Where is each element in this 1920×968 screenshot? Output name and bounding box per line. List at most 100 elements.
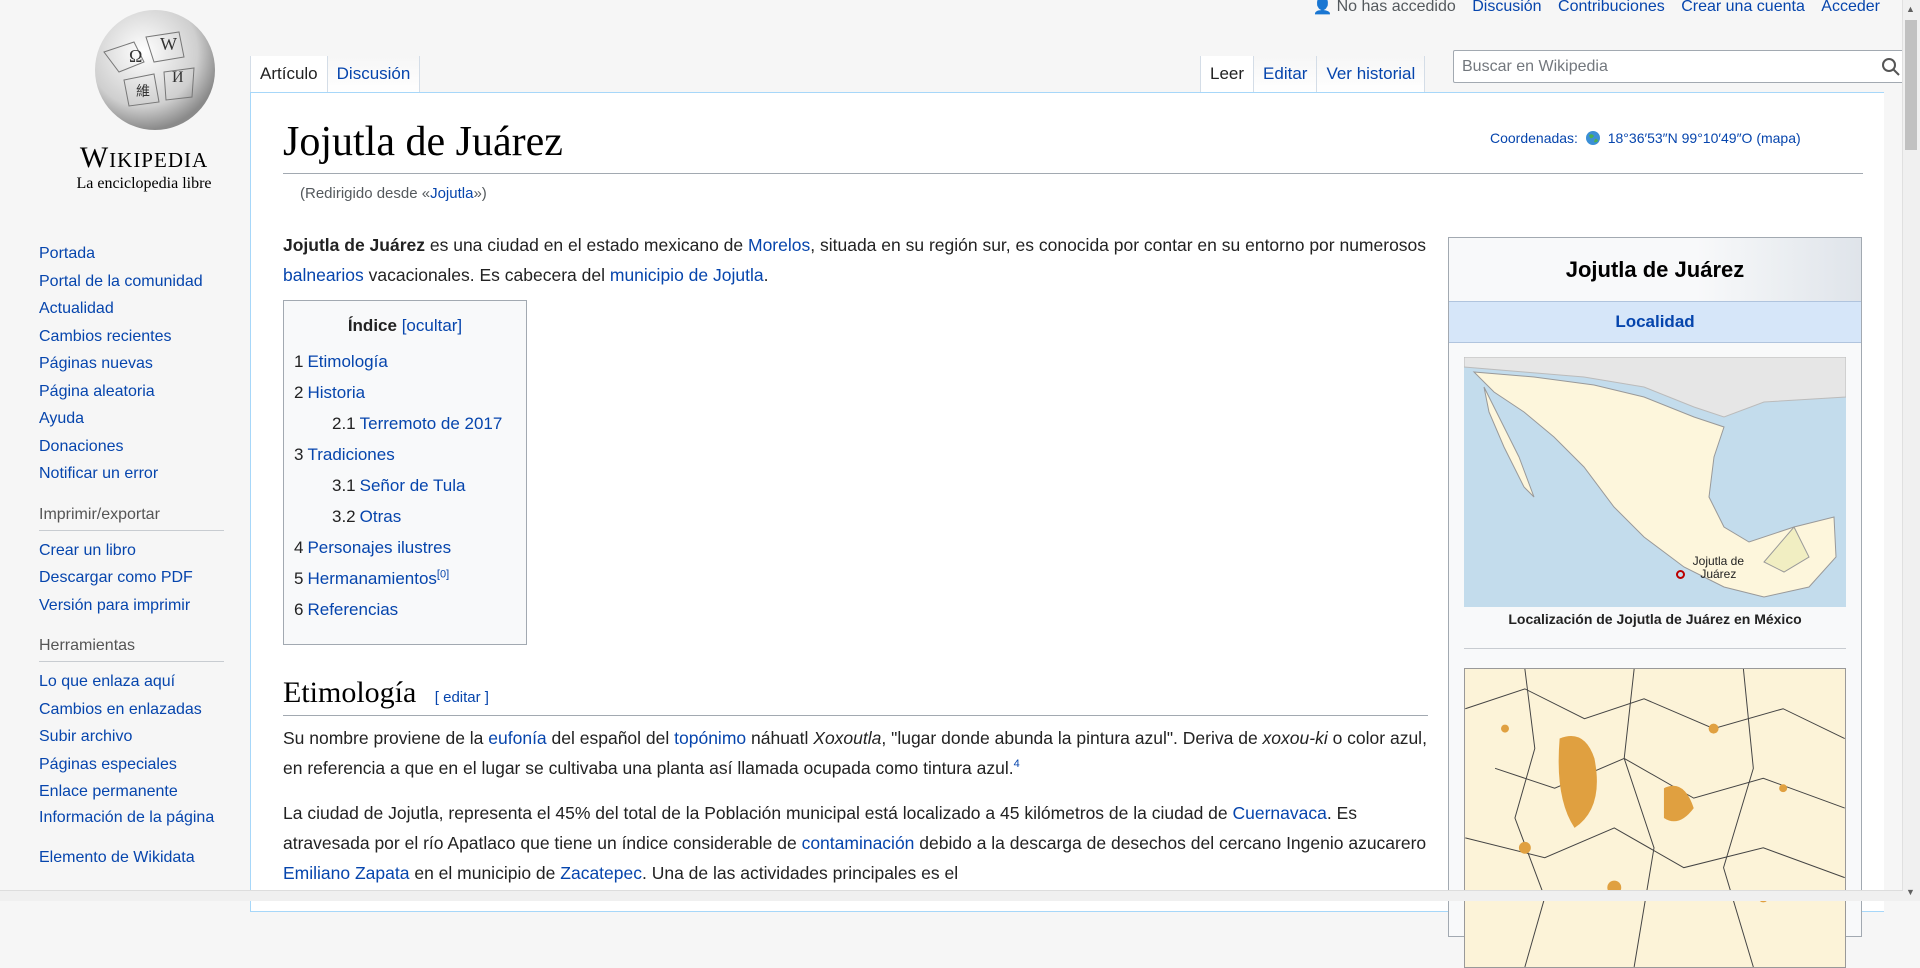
view-tabs: Leer Editar Ver historial: [1200, 56, 1426, 92]
link-zacatepec[interactable]: Zacatepec: [560, 863, 642, 883]
coords-map-link[interactable]: (mapa): [1756, 130, 1800, 146]
sidebar-item-subir[interactable]: Subir archivo: [39, 723, 229, 751]
scroll-up-arrow-icon[interactable]: ▲: [1906, 4, 1915, 14]
reference-link[interactable]: 4: [1014, 758, 1020, 770]
search-box: [1453, 50, 1910, 83]
link-balnearios[interactable]: balnearios: [283, 265, 364, 285]
horizontal-scrollbar[interactable]: [0, 890, 1903, 901]
vertical-scrollbar[interactable]: ▲ ▼: [1902, 0, 1920, 901]
toc-item-link[interactable]: Otras: [360, 507, 402, 526]
link-eufonia[interactable]: eufonía: [488, 728, 546, 748]
toc-item-number: 4: [294, 538, 304, 557]
sidebar-item-crear-libro[interactable]: Crear un libro: [39, 537, 229, 565]
link-morelos[interactable]: Morelos: [748, 235, 810, 255]
personal-link-create-account[interactable]: Crear una cuenta: [1681, 0, 1805, 15]
personal-link-discussion[interactable]: Discusión: [1472, 0, 1541, 15]
toc-item[interactable]: 3.1 Señor de Tula: [294, 470, 526, 501]
toc-item[interactable]: 3.2 Otras: [294, 501, 526, 532]
toc-item-link[interactable]: Referencias: [307, 600, 398, 619]
toc-item-number: 6: [294, 600, 304, 619]
sidebar-item-aleatoria[interactable]: Página aleatoria: [39, 378, 229, 406]
namespace-tabs: Artículo Discusión: [250, 56, 421, 92]
svg-text:И: И: [172, 69, 184, 86]
sidebar-item-imprimir[interactable]: Versión para imprimir: [39, 592, 229, 620]
toc-item-link[interactable]: Etimología: [307, 352, 387, 371]
personal-tools: 👤 No has accedido Discusión Contribucione…: [1301, 0, 1880, 16]
sidebar-item-enlazadas[interactable]: Cambios en enlazadas: [39, 696, 229, 724]
toc-list: 1 Etimología 2 Historia 2.1 Terremoto de 2017…: [294, 346, 526, 625]
toc-item[interactable]: 2 Historia: [294, 377, 526, 408]
tab-ver-historial[interactable]: Ver historial: [1317, 56, 1426, 92]
wikipedia-logo[interactable]: Ω W И 維 Wikipedia La enciclopedia libre: [28, 0, 228, 200]
coords-value[interactable]: 18°36′53″N 99°10′49″O: [1608, 130, 1753, 146]
sidebar-item-actualidad[interactable]: Actualidad: [39, 295, 229, 323]
link-toponimo[interactable]: topónimo: [674, 728, 746, 748]
scrollbar-thumb[interactable]: [1905, 20, 1917, 150]
section-title: Etimología: [283, 676, 417, 709]
toc-item-link[interactable]: Personajes ilustres: [307, 538, 451, 557]
toc-item-number: 3.2: [332, 507, 356, 526]
sidebar-item-enlaza[interactable]: Lo que enlaza aquí: [39, 668, 229, 696]
link-emiliano-zapata[interactable]: Emiliano Zapata: [283, 863, 409, 883]
sidebar-item-informacion[interactable]: Información de la página: [39, 806, 229, 844]
toc-item-number: 1: [294, 352, 304, 371]
sidebar-item-donaciones[interactable]: Donaciones: [39, 433, 229, 461]
redirect-link[interactable]: Jojutla: [430, 185, 473, 202]
toc-item[interactable]: 6 Referencias: [294, 594, 526, 625]
sidebar: Portada Portal de la comunidad Actualida…: [39, 240, 229, 871]
tab-articulo[interactable]: Artículo: [250, 56, 328, 92]
tab-leer[interactable]: Leer: [1200, 56, 1255, 92]
sidebar-item-portal[interactable]: Portal de la comunidad: [39, 268, 229, 296]
infobox-title: Jojutla de Juárez: [1449, 238, 1861, 301]
sidebar-item-permanente[interactable]: Enlace permanente: [39, 778, 229, 806]
personal-link-login[interactable]: Acceder: [1821, 0, 1880, 15]
sidebar-item-notificar[interactable]: Notificar un error: [39, 460, 229, 488]
sidebar-item-nuevas[interactable]: Páginas nuevas: [39, 350, 229, 378]
search-input[interactable]: [1460, 51, 1844, 83]
infobox-subtitle[interactable]: Localidad: [1449, 301, 1861, 343]
page-title: Jojutla de Juárez: [283, 119, 563, 165]
sidebar-heading-print[interactable]: Imprimir/exportar: [39, 500, 224, 531]
toc-toggle[interactable]: [ocultar]: [402, 316, 462, 335]
toc-item[interactable]: 5 Hermanamientos[0]: [294, 563, 526, 594]
toc-item[interactable]: 1 Etimología: [294, 346, 526, 377]
sidebar-heading-tools[interactable]: Herramientas: [39, 631, 224, 662]
scroll-down-arrow-icon[interactable]: ▼: [1906, 887, 1915, 897]
toc-item-link[interactable]: Terremoto de 2017: [360, 414, 503, 433]
municipality-map[interactable]: [1464, 668, 1846, 968]
search-icon[interactable]: [1879, 55, 1903, 79]
toc-title: Índice [ocultar]: [347, 316, 463, 335]
coords-label[interactable]: Coordenadas:: [1490, 130, 1578, 146]
toc-item-link[interactable]: Historia: [307, 383, 365, 402]
toc-item-link[interactable]: Señor de Tula: [360, 476, 466, 495]
toc-item-number: 5: [294, 569, 304, 588]
link-municipio[interactable]: municipio de Jojutla: [610, 265, 764, 285]
link-cuernavaca[interactable]: Cuernavaca: [1233, 803, 1327, 823]
toc-item[interactable]: 3 Tradiciones: [294, 439, 526, 470]
toc-item-link[interactable]: Hermanamientos: [307, 569, 436, 588]
tab-discusion[interactable]: Discusión: [327, 56, 421, 92]
table-of-contents: Índice [ocultar] 1 Etimología 2 Historia 2.1…: [283, 300, 527, 645]
toc-item-ref[interactable]: [0]: [437, 568, 449, 580]
sidebar-item-wikidata[interactable]: Elemento de Wikidata: [39, 844, 229, 872]
section-heading-etimologia: Etimología [ editar ]: [283, 670, 1428, 716]
sidebar-item-ayuda[interactable]: Ayuda: [39, 405, 229, 433]
wordmark: Wikipedia: [79, 141, 209, 174]
toc-item-number: 2: [294, 383, 304, 402]
globe-coord-icon[interactable]: [1585, 130, 1601, 146]
sidebar-item-cambios[interactable]: Cambios recientes: [39, 323, 229, 351]
tab-editar[interactable]: Editar: [1254, 56, 1318, 92]
toc-item[interactable]: 2.1 Terremoto de 2017: [294, 408, 526, 439]
infobox-divider: [1464, 648, 1846, 649]
globe-logo-icon: Ω W И 維: [95, 10, 215, 130]
section-edit-link[interactable]: [ editar ]: [435, 689, 489, 706]
location-map[interactable]: [1464, 357, 1846, 607]
personal-link-contributions[interactable]: Contribuciones: [1558, 0, 1665, 15]
link-contaminacion[interactable]: contaminación: [802, 833, 915, 853]
sidebar-item-pdf[interactable]: Descargar como PDF: [39, 564, 229, 592]
toc-item[interactable]: 4 Personajes ilustres: [294, 532, 526, 563]
paragraph-etimologia-1: Su nombre proviene de la eufonía del esp…: [283, 728, 1427, 778]
toc-item-link[interactable]: Tradiciones: [307, 445, 394, 464]
sidebar-item-portada[interactable]: Portada: [39, 240, 229, 268]
sidebar-item-especiales[interactable]: Páginas especiales: [39, 751, 229, 779]
